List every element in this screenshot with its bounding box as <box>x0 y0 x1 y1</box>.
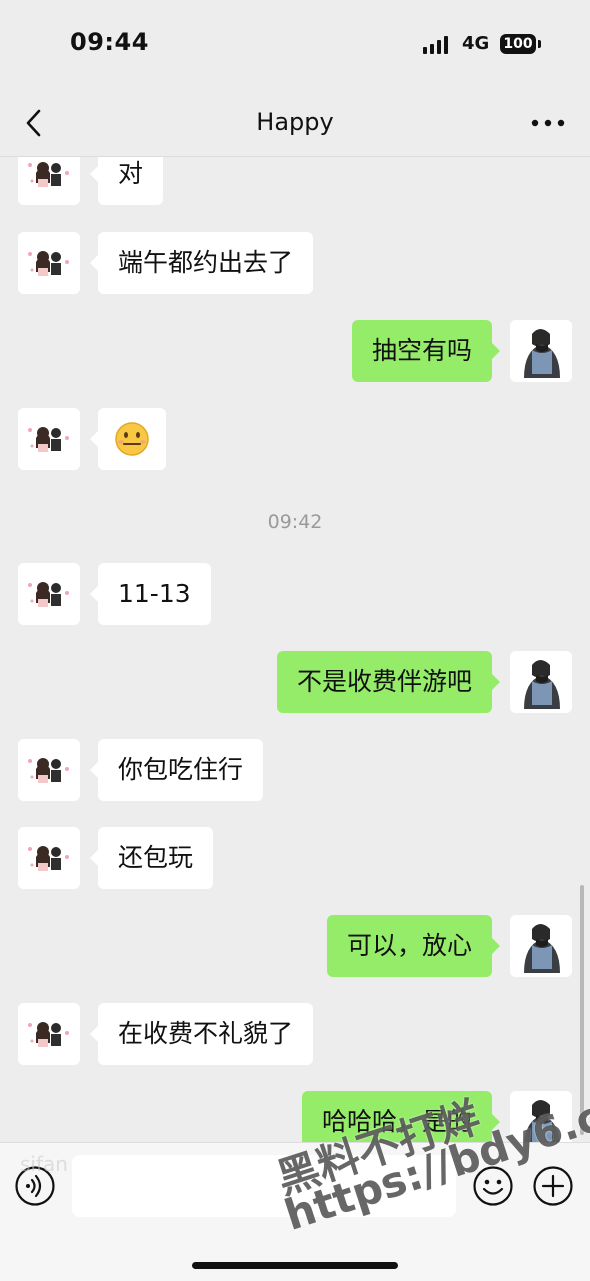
message-row: 可以，放心 <box>0 915 590 977</box>
input-bar <box>0 1142 590 1281</box>
battery-cap <box>538 40 541 48</box>
my-avatar[interactable] <box>510 651 572 713</box>
status-time: 09:44 <box>70 28 149 56</box>
contact-avatar[interactable] <box>18 232 80 294</box>
message-row: 哈哈哈，是的 <box>0 1091 590 1142</box>
message-row: 抽空有吗 <box>0 320 590 382</box>
received-bubble[interactable]: 在收费不礼貌了 <box>89 1003 314 1065</box>
emoji-face-icon <box>115 422 149 456</box>
chat-title: Happy <box>256 108 334 136</box>
ellipsis-icon[interactable] <box>528 110 568 136</box>
contact-avatar[interactable] <box>18 1003 80 1065</box>
sent-bubble[interactable]: 哈哈哈，是的 <box>301 1091 501 1142</box>
message-row: 对 <box>0 157 590 205</box>
sent-bubble[interactable]: 可以，放心 <box>326 915 501 977</box>
plus-icon[interactable] <box>532 1165 574 1207</box>
contact-avatar[interactable] <box>18 563 80 625</box>
scrollbar[interactable] <box>580 885 584 1135</box>
message-row: 你包吃住行 <box>0 739 590 801</box>
received-bubble-emoji[interactable] <box>90 408 166 470</box>
message-row: 端午都约出去了 <box>0 232 590 294</box>
message-row: 在收费不礼貌了 <box>0 1003 590 1065</box>
network-type: 4G <box>462 33 490 54</box>
watermark-faint: sifan <box>20 1152 68 1176</box>
received-bubble[interactable]: 对 <box>89 157 164 205</box>
my-avatar[interactable] <box>510 320 572 382</box>
received-bubble[interactable]: 还包玩 <box>89 827 214 889</box>
battery-icon: 100 <box>500 34 536 54</box>
message-row <box>0 408 590 470</box>
home-indicator <box>192 1262 398 1269</box>
message-row: 还包玩 <box>0 827 590 889</box>
message-row: 11-13 <box>0 563 590 625</box>
emoji-icon[interactable] <box>472 1165 514 1207</box>
message-timestamp: 09:42 <box>267 511 323 533</box>
status-bar: 09:44 4G 100 <box>0 0 590 90</box>
chat-header: Happy <box>0 90 590 157</box>
my-avatar[interactable] <box>510 1091 572 1142</box>
message-input[interactable] <box>72 1155 456 1217</box>
contact-avatar[interactable] <box>18 408 80 470</box>
my-avatar[interactable] <box>510 915 572 977</box>
message-row: 不是收费伴游吧 <box>0 651 590 713</box>
sent-bubble[interactable]: 不是收费伴游吧 <box>276 651 501 713</box>
received-bubble[interactable]: 你包吃住行 <box>89 739 264 801</box>
contact-avatar[interactable] <box>18 827 80 889</box>
sent-bubble[interactable]: 抽空有吗 <box>351 320 501 382</box>
signal-strength-icon <box>423 36 448 54</box>
contact-avatar[interactable] <box>18 157 80 205</box>
contact-avatar[interactable] <box>18 739 80 801</box>
received-bubble[interactable]: 端午都约出去了 <box>89 232 314 294</box>
received-bubble[interactable]: 11-13 <box>90 563 211 625</box>
message-list[interactable]: 对 端午都约出去了 抽空有吗 09:42 11-13 不是收费伴游吧 你包吃住行… <box>0 157 590 1142</box>
